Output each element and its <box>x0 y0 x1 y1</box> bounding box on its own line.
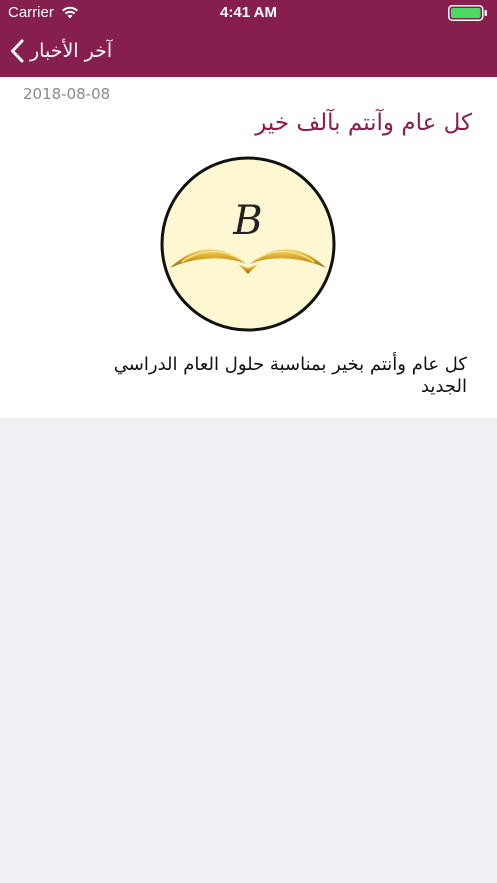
news-card: 2018-08-08 كل عام وآنتم بآلف خير B كل عا… <box>0 77 497 418</box>
chevron-left-icon <box>11 39 24 63</box>
logo-letter: B <box>232 198 262 244</box>
news-title: كل عام وآنتم بآلف خير <box>255 110 472 136</box>
news-body: كل عام وأنتم بخير بمناسبة حلول العام الد… <box>113 354 467 397</box>
news-logo-image: B <box>160 156 336 332</box>
back-button[interactable]: آخر الأخبار <box>10 34 112 68</box>
back-button-label: آخر الأخبار <box>30 40 113 62</box>
news-date: 2018-08-08 <box>23 85 111 103</box>
status-time: 4:41 AM <box>220 4 277 21</box>
status-bar: Carrier 4:41 AM <box>0 0 497 26</box>
battery-full-icon <box>448 5 487 21</box>
navigation-bar: آخر الأخبار <box>0 26 497 77</box>
